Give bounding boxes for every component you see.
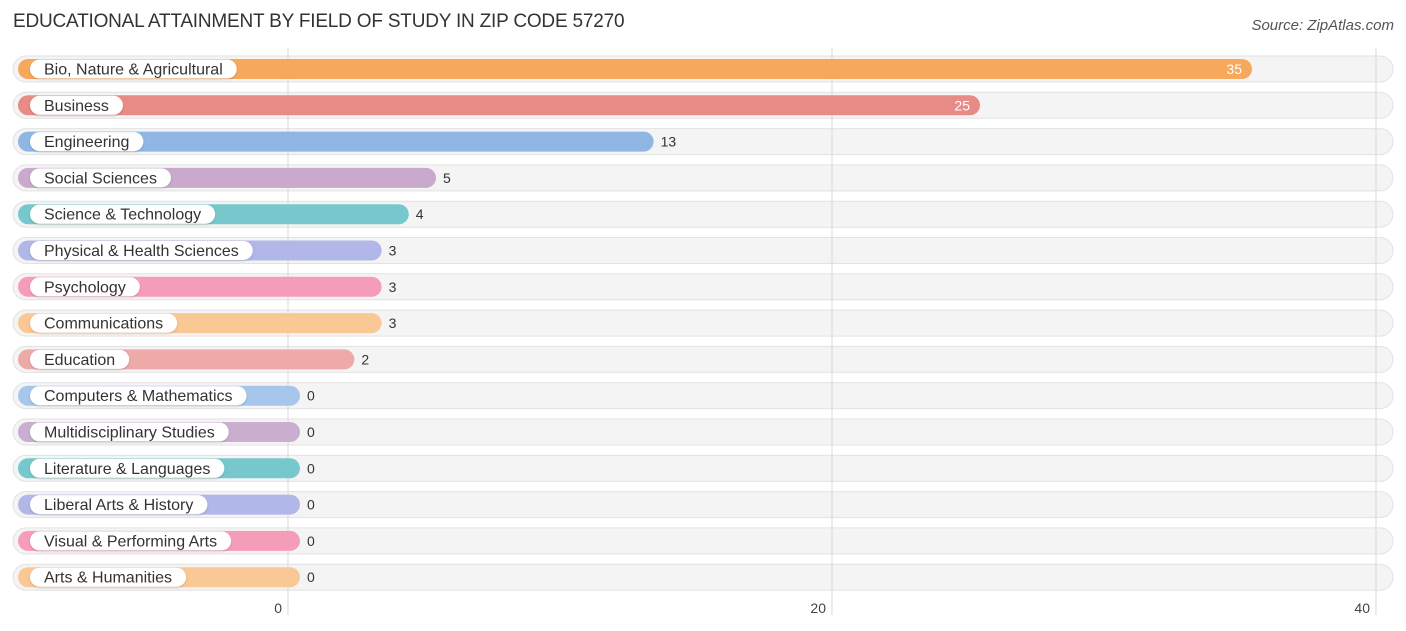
value-label: 5 [443,170,451,186]
category-label: Bio, Nature & Agricultural [44,62,223,79]
category-label: Science & Technology [44,207,201,224]
category-label: Psychology [44,279,126,296]
x-tick-label: 40 [1354,600,1370,616]
category-label: Physical & Health Sciences [44,243,239,260]
value-label: 13 [661,134,677,150]
value-label: 2 [361,351,369,367]
category-label: Multidisciplinary Studies [44,425,215,442]
category-label: Visual & Performing Arts [44,533,217,550]
category-label: Liberal Arts & History [44,497,193,514]
value-label: 3 [389,315,397,331]
value-label: 0 [307,424,315,440]
value-label: 0 [307,569,315,585]
value-label: 25 [954,97,970,113]
category-label: Education [44,352,115,369]
category-label: Communications [44,316,163,333]
value-label: 0 [307,533,315,549]
category-label: Arts & Humanities [44,570,172,587]
category-label: Computers & Mathematics [44,388,233,405]
bar-chart: Bio, Nature & Agricultural 35Business 25En… [12,48,1394,616]
category-label: Business [44,98,109,115]
x-tick-label: 20 [810,600,826,616]
category-label: Social Sciences [44,170,157,187]
bar [18,95,980,116]
category-label: Engineering [44,134,129,151]
value-label: 0 [307,497,315,513]
value-label: 0 [307,460,315,476]
category-label: Literature & Languages [44,461,210,478]
value-label: 3 [389,279,397,295]
value-label: 3 [389,243,397,259]
x-tick-label: 0 [274,600,282,616]
value-label: 35 [1226,61,1242,77]
value-label: 4 [416,206,424,222]
value-label: 0 [307,388,315,404]
